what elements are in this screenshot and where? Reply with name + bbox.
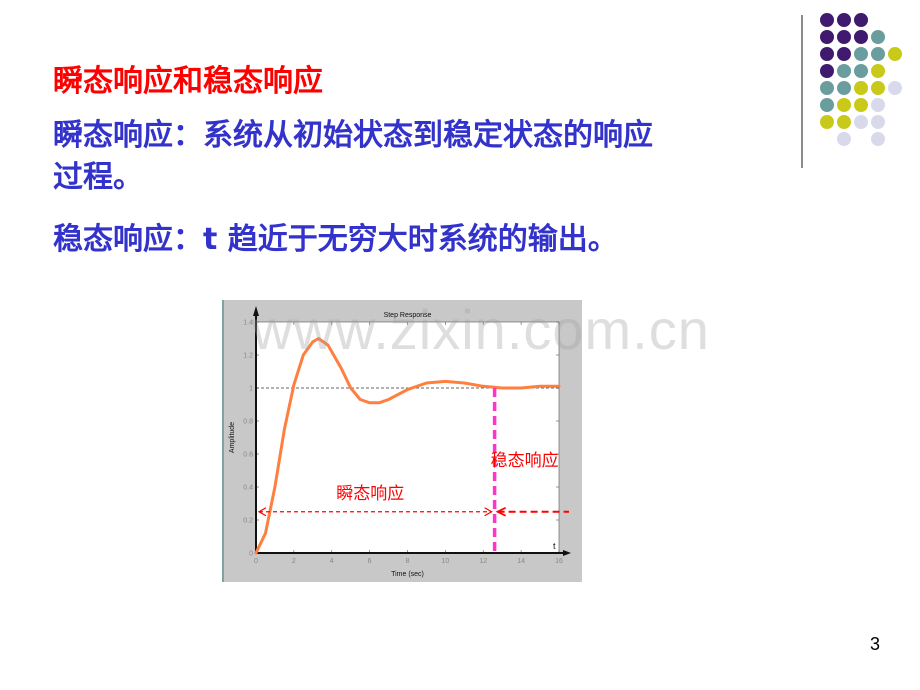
transient-definition-line-2: 过程。 [53, 160, 143, 195]
y-tick-label: 1 [249, 386, 253, 393]
decorative-dot [837, 30, 851, 44]
x-tick-label: 12 [479, 558, 487, 565]
decorative-dot [888, 81, 902, 95]
y-tick-label: 0.2 [243, 518, 253, 525]
y-tick-label: 0.8 [243, 419, 253, 426]
decorative-dot [854, 13, 868, 27]
transient-definition-line-1: 瞬态响应：系统从初始状态到稳定状态的响应 [53, 118, 653, 153]
decorative-dot [854, 30, 868, 44]
x-axis-label: Time (sec) [391, 571, 424, 578]
decorative-dot [854, 115, 868, 129]
decorative-dot [871, 30, 885, 44]
decorative-divider-line [801, 15, 803, 168]
y-tick-label: 0.4 [243, 485, 253, 492]
decorative-dot [854, 47, 868, 61]
x-tick-label: 10 [441, 558, 449, 565]
chart-title: Step Response [384, 312, 432, 319]
decorative-dot [837, 64, 851, 78]
x-axis-arrow-icon [563, 550, 571, 556]
y-axis-arrow-icon [253, 306, 259, 316]
x-tick-label: 4 [330, 558, 334, 565]
decorative-dot [837, 13, 851, 27]
decorative-dot [820, 13, 834, 27]
decorative-dot [854, 98, 868, 112]
decorative-dot [871, 47, 885, 61]
y-tick-label: 1.4 [243, 320, 253, 327]
decorative-dot [837, 132, 851, 146]
decorative-dot [820, 81, 834, 95]
y-tick-label: 0 [249, 551, 253, 558]
decorative-dot [871, 64, 885, 78]
step-response-chart: Step Response 0 2 4 6 8 10 12 14 16 0 0.2 0.4 0.6 0.8 1… [229, 306, 571, 578]
transient-response-label: 瞬态响应 [336, 484, 404, 504]
x-tick-label: 0 [254, 558, 258, 565]
slide-title: 瞬态响应和稳态响应 [53, 64, 323, 99]
x-tick-label: 8 [406, 558, 410, 565]
decorative-dot [837, 47, 851, 61]
decorative-dot [837, 98, 851, 112]
x-tick-label: 14 [517, 558, 525, 565]
y-axis-label: Amplitude [229, 422, 236, 453]
y-tick-label: 1.2 [243, 353, 253, 360]
x-tick-label: 6 [368, 558, 372, 565]
decorative-dot [820, 115, 834, 129]
x-tick-label: 2 [292, 558, 296, 565]
steady-state-definition: 稳态响应：t 趋近于无穷大时系统的输出。 [53, 222, 618, 257]
decorative-dot [820, 30, 834, 44]
page-number: 3 [870, 634, 881, 654]
decorative-dot [820, 47, 834, 61]
decorative-dot [888, 47, 902, 61]
decorative-dot [871, 132, 885, 146]
decorative-dot [871, 81, 885, 95]
decorative-dot [837, 81, 851, 95]
decorative-dot [854, 64, 868, 78]
decorative-dot [871, 98, 885, 112]
y-tick-label: 0.6 [243, 452, 253, 459]
x-tick-label: 16 [555, 558, 563, 565]
decorative-dot [820, 98, 834, 112]
decorative-dot [871, 115, 885, 129]
decorative-dot [854, 81, 868, 95]
decorative-dot [820, 64, 834, 78]
decorative-dot [837, 115, 851, 129]
step-response-figure: Step Response 0 2 4 6 8 10 12 14 16 0 0.2 0.4 0.6 0.8 1… [222, 300, 582, 582]
steady-response-label: 稳态响应 [491, 451, 559, 471]
